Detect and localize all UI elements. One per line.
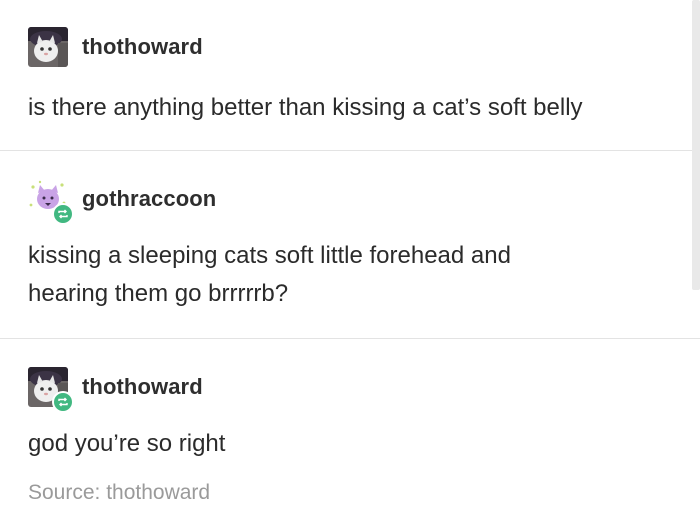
username[interactable]: thothoward	[82, 34, 203, 60]
post-text-line: kissing a sleeping cats soft little fore…	[28, 242, 511, 269]
post-text-line: hearing them go brrrrrb?	[28, 280, 289, 307]
avatar-gothraccoon[interactable]	[28, 179, 74, 225]
scrollbar[interactable]	[692, 0, 700, 290]
source-link[interactable]: Source: thothoward	[28, 481, 680, 505]
post-3: thothoward god you’re so right Source: t…	[0, 339, 700, 505]
post-text: is there anything better than kissing a …	[28, 94, 583, 121]
cat-avatar-icon	[28, 27, 68, 67]
username[interactable]: thothoward	[82, 374, 203, 400]
reblog-icon	[52, 203, 74, 225]
post-2: gothraccoon kissing a sleeping cats soft…	[0, 151, 700, 338]
post-1: thothoward is there anything better than…	[0, 0, 700, 150]
avatar-thothoward[interactable]	[28, 27, 68, 67]
post-header: thothoward	[28, 365, 680, 413]
post-header: thothoward	[28, 25, 680, 69]
reblog-icon	[52, 391, 74, 413]
avatar-thothoward[interactable]	[28, 367, 74, 413]
post-text: kissing a sleeping cats soft little fore…	[28, 237, 680, 313]
post-text: god you’re so right	[28, 430, 226, 457]
post-header: gothraccoon	[28, 177, 680, 225]
username[interactable]: gothraccoon	[82, 186, 216, 212]
